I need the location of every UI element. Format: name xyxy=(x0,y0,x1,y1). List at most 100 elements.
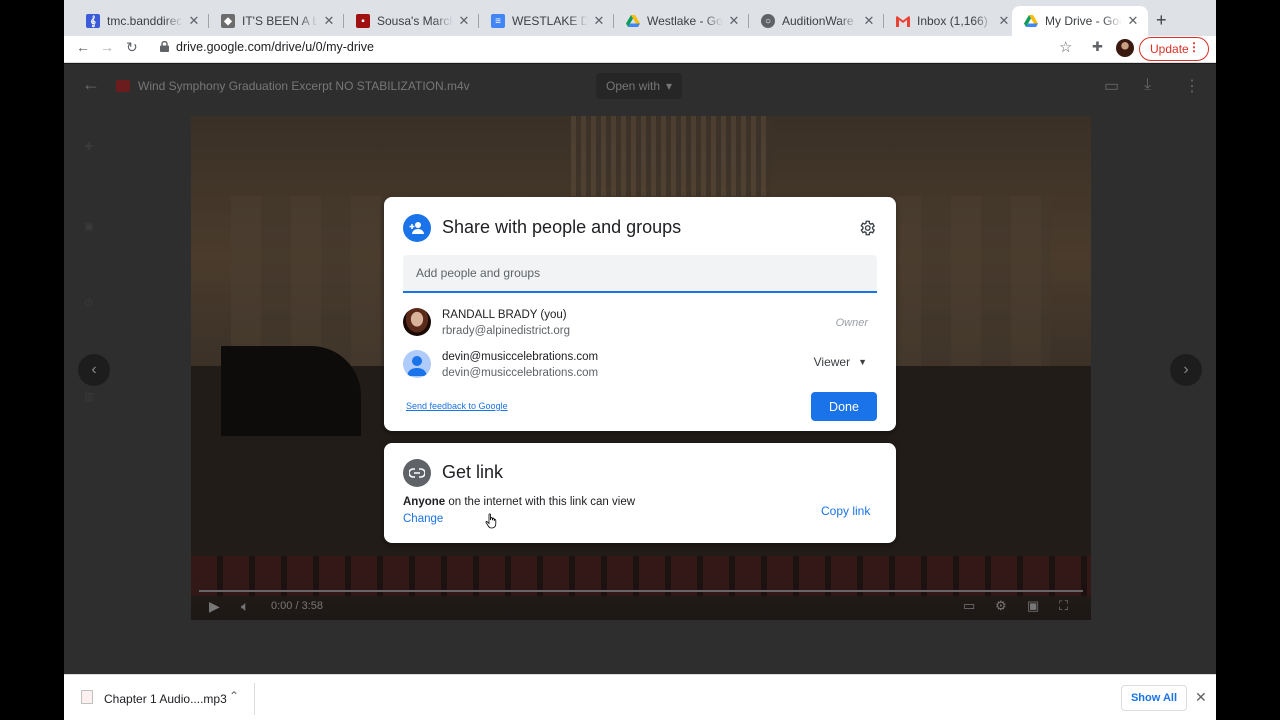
close-icon[interactable]: ✕ xyxy=(457,13,471,29)
person-email: rbrady@alpinedistrict.org xyxy=(442,325,571,337)
tab-its-been-a-long[interactable]: ◆ IT'S BEEN A LONG ✕ xyxy=(209,6,344,36)
close-icon[interactable]: ✕ xyxy=(592,13,606,29)
video-frame-piano xyxy=(221,346,361,436)
volume-icon[interactable]: 🔈︎ xyxy=(241,598,249,615)
tab-title: AuditionWare LLC xyxy=(782,14,858,28)
get-link-title: Get link xyxy=(442,462,504,482)
bookmark-star-icon[interactable]: ☆ xyxy=(1059,38,1072,56)
add-comment-icon[interactable]: ▭ xyxy=(1104,76,1119,96)
browser-toolbar: ← → ↻ drive.google.com/drive/u/0/my-driv… xyxy=(64,36,1216,63)
download-icon[interactable]: ⤓ xyxy=(1144,76,1151,94)
more-vert-icon: ⋮ xyxy=(1188,40,1200,54)
extensions-puzzle-icon[interactable]: ✚ xyxy=(1092,39,1103,55)
person-email: devin@musiccelebrations.com xyxy=(442,367,599,379)
tab-inbox[interactable]: Inbox (1,166) - rbr ✕ xyxy=(884,6,1019,36)
update-label: Update xyxy=(1150,42,1189,56)
play-icon[interactable]: ▶ xyxy=(209,598,220,615)
tab-title: WESTLAKE DAY A xyxy=(512,14,588,28)
sidebar-ghost-new: ✚ xyxy=(84,141,94,153)
link-icon xyxy=(403,459,431,487)
tab-strip: 𝄞 tmc.banddirector. ✕ ◆ IT'S BEEN A LONG… xyxy=(64,0,1216,36)
gear-icon[interactable] xyxy=(858,219,876,237)
back-arrow-icon[interactable]: ← xyxy=(82,74,100,95)
tab-westlake-day[interactable]: ≡ WESTLAKE DAY A ✕ xyxy=(479,6,614,36)
close-icon[interactable]: ✕ xyxy=(1126,13,1140,29)
audio-file-icon xyxy=(81,690,93,704)
owner-role-label: Owner xyxy=(835,317,868,329)
divider xyxy=(254,683,255,715)
fullscreen-icon[interactable]: ⛶ xyxy=(1059,598,1068,614)
next-file-arrow[interactable]: › xyxy=(1170,354,1202,386)
close-icon[interactable]: ✕ xyxy=(187,13,201,29)
viewer-header: ← Wind Symphony Graduation Excerpt NO ST… xyxy=(64,64,1216,108)
share-dialog-title: Share with people and groups xyxy=(442,217,682,237)
drive-icon xyxy=(1024,14,1038,28)
forward-arrow-icon[interactable]: → xyxy=(100,39,114,55)
reload-icon[interactable]: ↻ xyxy=(126,39,138,56)
close-icon[interactable]: ✕ xyxy=(997,13,1011,29)
file-title: Wind Symphony Graduation Excerpt NO STAB… xyxy=(138,79,470,93)
video-icon: ▪ xyxy=(356,14,370,28)
previous-file-arrow[interactable]: ‹ xyxy=(78,354,110,386)
avatar[interactable] xyxy=(1116,39,1134,57)
video-progress-bar[interactable] xyxy=(199,590,1083,592)
lock-icon[interactable] xyxy=(160,41,169,52)
back-arrow-icon[interactable]: ← xyxy=(76,39,90,55)
hand-cursor-icon xyxy=(485,513,497,529)
tab-title: IT'S BEEN A LONG xyxy=(242,14,318,28)
update-button[interactable]: Update ⋮ xyxy=(1139,37,1209,61)
tab-title: My Drive - Google xyxy=(1045,14,1122,28)
link-access-description: Anyone on the internet with this link ca… xyxy=(403,496,635,508)
download-bar: Chapter 1 Audio....mp3 ⌃ Show All ✕ xyxy=(64,674,1216,720)
copy-link-button[interactable]: Copy link xyxy=(821,504,870,518)
tab-title: Westlake - Google xyxy=(647,14,723,28)
chevron-up-icon[interactable]: ⌃ xyxy=(229,689,239,703)
video-frame-organ xyxy=(571,116,771,196)
tab-title: Sousa's March Ma xyxy=(377,14,453,28)
person-name: devin@musiccelebrations.com xyxy=(442,351,599,363)
video-time: 0:00 / 3:58 xyxy=(271,600,323,612)
role-label: Viewer xyxy=(813,355,851,369)
done-button[interactable]: Done xyxy=(811,392,877,421)
avatar xyxy=(403,308,431,336)
tab-title: tmc.banddirector. xyxy=(107,14,183,28)
change-link-access-link[interactable]: Change xyxy=(403,513,443,525)
get-link-card: Get link Anyone on the internet with thi… xyxy=(384,443,896,543)
tab-sousas-march[interactable]: ▪ Sousa's March Ma ✕ xyxy=(344,6,479,36)
person-add-icon xyxy=(403,214,431,242)
picture-in-picture-icon[interactable]: ▣ xyxy=(1027,598,1039,614)
chevron-down-icon: ▼ xyxy=(858,357,867,367)
tab-tmc-banddirector[interactable]: 𝄞 tmc.banddirector. ✕ xyxy=(74,6,209,36)
settings-icon[interactable]: ⚙ xyxy=(995,598,1007,614)
add-people-input[interactable] xyxy=(403,255,877,293)
tab-title: Inbox (1,166) - rbr xyxy=(917,14,993,28)
tab-my-drive[interactable]: My Drive - Google ✕ xyxy=(1012,6,1148,36)
download-item[interactable]: Chapter 1 Audio....mp3 xyxy=(104,692,227,706)
close-icon[interactable]: ✕ xyxy=(1195,689,1207,706)
url-field[interactable]: drive.google.com/drive/u/0/my-drive xyxy=(176,40,374,54)
globe-icon: ○ xyxy=(761,14,775,28)
new-tab-button[interactable]: + xyxy=(1156,10,1167,31)
send-feedback-link[interactable]: Send feedback to Google xyxy=(406,401,508,411)
tab-westlake-google[interactable]: Westlake - Google ✕ xyxy=(614,6,749,36)
person-row-viewer: devin@musiccelebrations.com devin@musicc… xyxy=(403,346,877,382)
show-all-button[interactable]: Show All xyxy=(1121,685,1187,711)
person-name: RANDALL BRADY (you) xyxy=(442,309,567,321)
drive-icon xyxy=(626,14,640,28)
tab-auditionware[interactable]: ○ AuditionWare LLC ✕ xyxy=(749,6,884,36)
chevron-down-icon: ▾ xyxy=(666,79,673,93)
role-dropdown[interactable]: Viewer ▼ xyxy=(814,355,867,369)
captions-icon[interactable]: ▭ xyxy=(963,598,975,614)
avatar xyxy=(403,350,431,378)
open-with-button[interactable]: Open with ▾ xyxy=(596,73,683,99)
browser-window: 𝄞 tmc.banddirector. ✕ ◆ IT'S BEEN A LONG… xyxy=(64,0,1216,720)
access-detail: on the internet with this link can view xyxy=(445,496,636,508)
close-icon[interactable]: ✕ xyxy=(727,13,741,29)
close-icon[interactable]: ✕ xyxy=(322,13,336,29)
sidebar-ghost-shared: ⊙ xyxy=(84,297,94,309)
more-vert-icon[interactable]: ⋮ xyxy=(1184,76,1200,96)
music-clef-icon: 𝄞 xyxy=(86,14,100,28)
gmail-icon xyxy=(896,14,910,28)
forum-icon: ◆ xyxy=(221,14,235,28)
close-icon[interactable]: ✕ xyxy=(862,13,876,29)
